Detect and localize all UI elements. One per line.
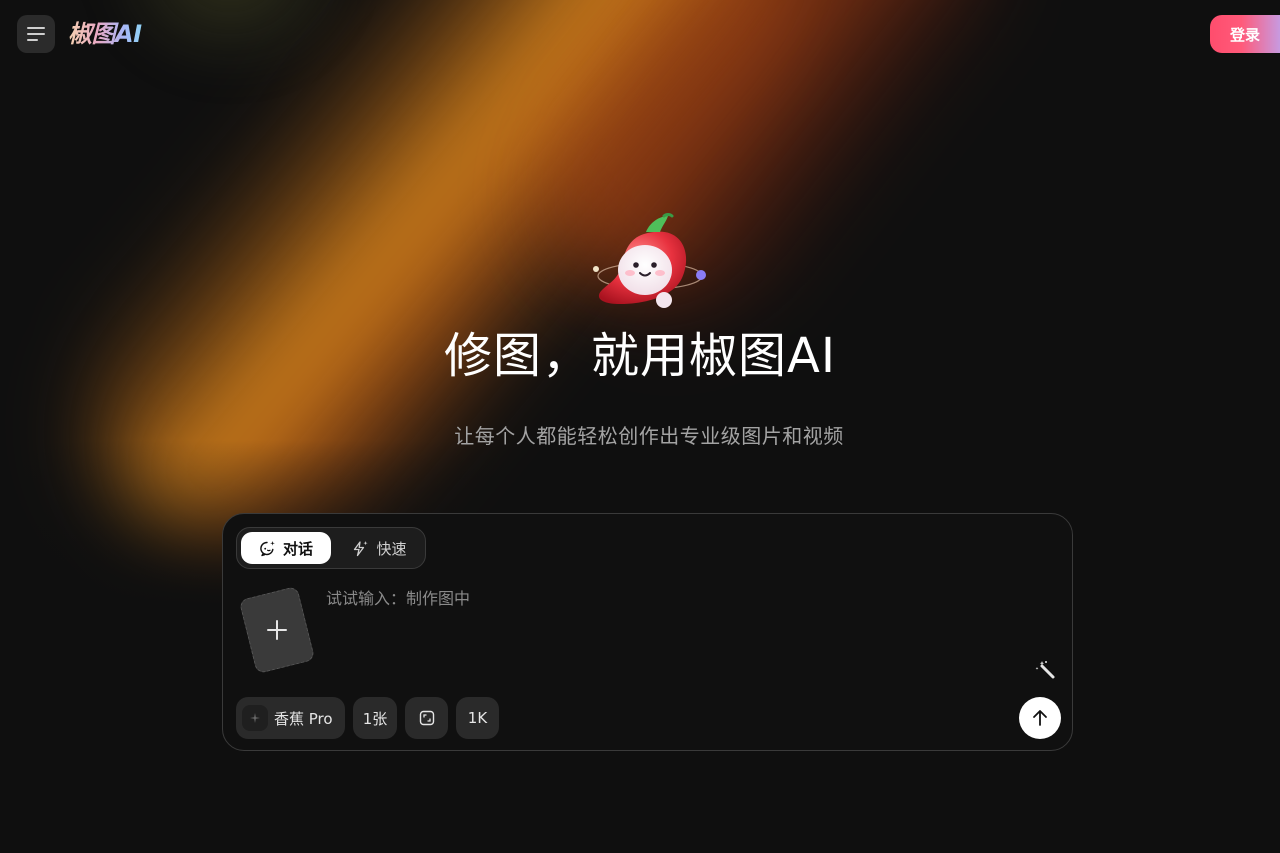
- prompt-input[interactable]: [326, 584, 1026, 612]
- tab-chat-label: 对话: [282, 539, 313, 558]
- hamburger-menu-icon: [27, 27, 45, 41]
- plus-icon: [267, 620, 287, 640]
- upload-image-button[interactable]: [238, 585, 316, 675]
- model-label: 香蕉 Pro: [274, 709, 333, 728]
- image-count-selector[interactable]: 1张: [353, 697, 397, 739]
- resolution-selector[interactable]: 1K: [456, 697, 499, 739]
- aspect-ratio-selector[interactable]: [405, 697, 448, 739]
- send-button[interactable]: [1019, 697, 1061, 739]
- login-button[interactable]: 登录: [1210, 15, 1280, 53]
- tab-quick-label: 快速: [376, 539, 407, 558]
- chili-pepper-mascot-icon: [593, 213, 706, 308]
- hero-title: 修图，就用椒图AI: [444, 328, 836, 384]
- app-logo[interactable]: 椒图AI: [68, 18, 142, 50]
- magic-wand-icon: [1035, 661, 1055, 679]
- tab-chat[interactable]: 对话: [241, 532, 331, 564]
- page: 椒图AI 登录 修图，就用椒图AI 让每个人都能轻松创作出专业级图片和视频 对话…: [0, 0, 1280, 853]
- prompt-composer: 对话 快速 试试输入：制作图中 香蕉 Pro 1张 1K: [222, 513, 1073, 751]
- model-sparkle-icon: [242, 705, 268, 731]
- chat-sparkle-icon: [260, 540, 275, 556]
- lightning-sparkle-icon: [354, 540, 369, 556]
- aspect-ratio-icon: [419, 710, 434, 726]
- arrow-up-icon: [1033, 710, 1047, 726]
- hero-subtitle: 让每个人都能轻松创作出专业级图片和视频: [454, 424, 844, 448]
- model-selector[interactable]: 香蕉 Pro: [236, 697, 345, 739]
- menu-button[interactable]: [17, 15, 55, 53]
- tab-quick[interactable]: 快速: [337, 532, 421, 564]
- prompt-enhance-button[interactable]: [1032, 656, 1058, 682]
- mode-switch: 对话 快速: [236, 527, 426, 569]
